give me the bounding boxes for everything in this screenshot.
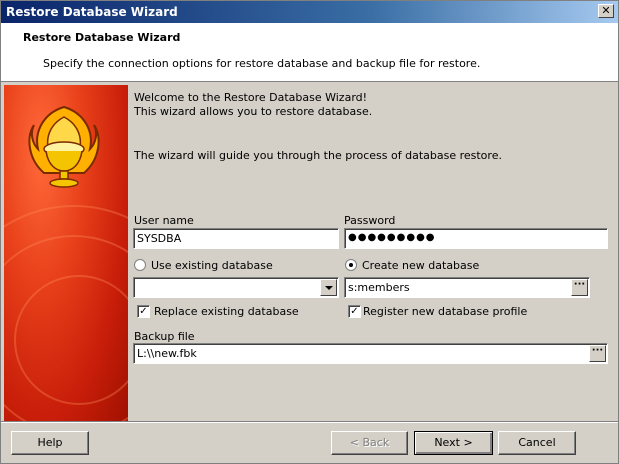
replace-existing-checkbox[interactable]: ✓ <box>137 305 150 318</box>
intro-description: This wizard allows you to restore databa… <box>134 105 373 118</box>
chevron-down-icon[interactable] <box>320 279 337 296</box>
replace-existing-label[interactable]: Replace existing database <box>154 305 299 318</box>
wizard-window: Restore Database Wizard ✕ Restore Databa… <box>0 0 619 464</box>
intro-welcome: Welcome to the Restore Database Wizard! <box>134 91 368 104</box>
new-database-value: s:members <box>348 281 410 294</box>
register-profile-label[interactable]: Register new database profile <box>363 305 527 318</box>
use-existing-radio[interactable] <box>134 259 146 271</box>
register-profile-checkbox[interactable]: ✓ <box>348 305 361 318</box>
next-button[interactable]: Next > <box>414 431 493 455</box>
wizard-header: Restore Database Wizard Specify the conn… <box>1 23 618 82</box>
new-database-input[interactable]: s:members ··· <box>344 277 590 298</box>
cancel-button-label: Cancel <box>518 436 556 449</box>
browse-database-button[interactable]: ··· <box>571 279 588 296</box>
back-button[interactable]: < Back <box>331 431 408 455</box>
existing-database-select[interactable] <box>133 277 339 298</box>
create-new-label[interactable]: Create new database <box>362 259 479 272</box>
window-title: Restore Database Wizard <box>6 5 178 19</box>
footer-divider <box>1 421 618 423</box>
username-label: User name <box>134 214 194 227</box>
close-icon: ✕ <box>601 4 611 17</box>
password-label: Password <box>344 214 396 227</box>
backup-file-input[interactable]: L:\\new.fbk ··· <box>133 343 608 364</box>
browse-backup-button[interactable]: ··· <box>589 345 606 362</box>
back-button-label: < Back <box>349 436 390 449</box>
wizard-side-banner <box>4 85 128 421</box>
close-button[interactable]: ✕ <box>598 4 614 18</box>
firebird-logo-icon <box>28 105 100 188</box>
username-input[interactable]: SYSDBA <box>133 228 339 249</box>
intro-guide: The wizard will guide you through the pr… <box>134 149 502 162</box>
password-input[interactable]: ●●●●●●●●● <box>344 228 608 249</box>
backup-file-value: L:\\new.fbk <box>137 347 197 360</box>
backup-file-label: Backup file <box>134 330 195 343</box>
create-new-radio[interactable] <box>345 259 357 271</box>
title-bar[interactable]: Restore Database Wizard ✕ <box>1 1 618 23</box>
header-title: Restore Database Wizard <box>23 31 181 44</box>
help-button[interactable]: Help <box>11 431 89 455</box>
use-existing-label[interactable]: Use existing database <box>151 259 273 272</box>
next-button-label: Next > <box>434 436 473 449</box>
wizard-content: Welcome to the Restore Database Wizard! … <box>128 85 617 421</box>
cancel-button[interactable]: Cancel <box>498 431 576 455</box>
help-button-label: Help <box>37 436 63 449</box>
header-subtitle: Specify the connection options for resto… <box>43 57 481 70</box>
